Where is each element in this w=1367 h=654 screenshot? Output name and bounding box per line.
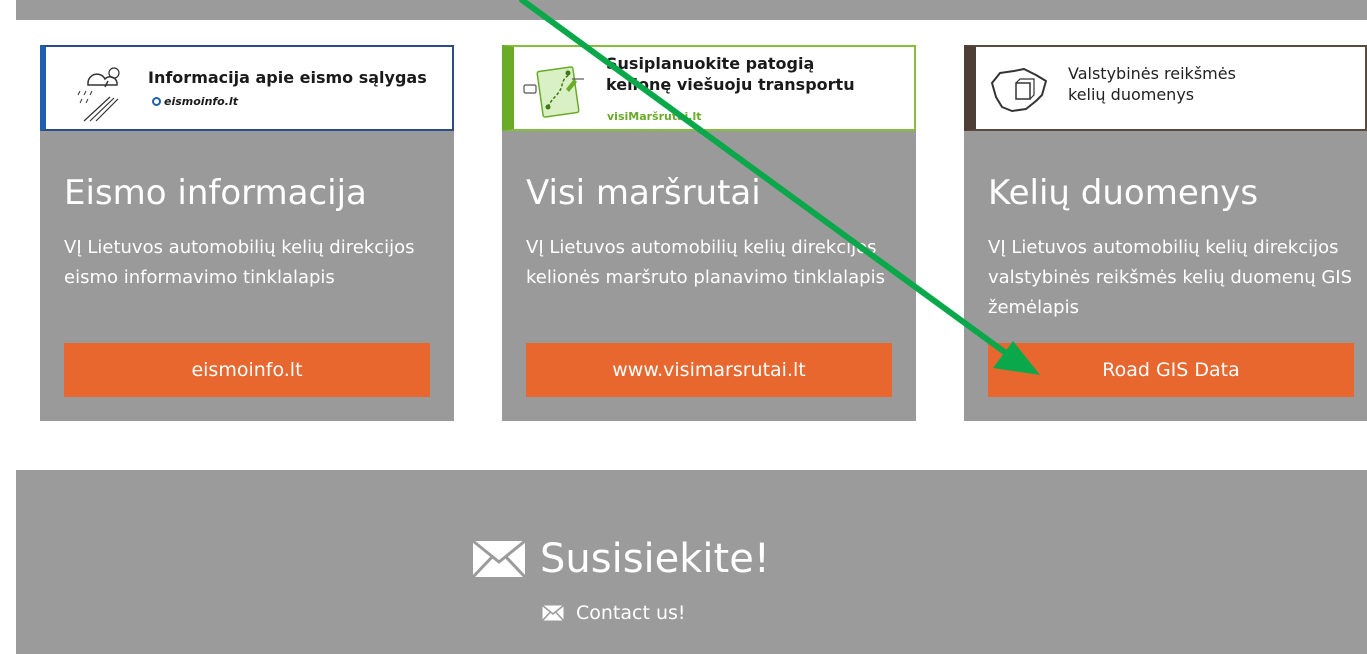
card-description: VĮ Lietuvos automobilių kelių direkcijos… xyxy=(988,237,1353,318)
envelope-icon xyxy=(542,605,564,621)
banner-visimarsrutai[interactable]: Susiplanuokite patogią kelionę viešuoju … xyxy=(502,45,916,131)
contact-title: Susisiekite! xyxy=(472,536,770,582)
contact-link-text: Contact us! xyxy=(576,602,686,624)
road-gis-data-button[interactable]: Road GIS Data xyxy=(988,343,1354,397)
eismoinfo-button[interactable]: eismoinfo.lt xyxy=(64,343,430,397)
banner-eismoinfo[interactable]: Informacija apie eismo sąlygas eismoinfo… xyxy=(40,45,454,131)
banner-logo-text: eismoinfo.lt xyxy=(152,95,238,108)
contact-us-link[interactable]: Contact us! xyxy=(542,602,686,624)
card-title: Visi maršrutai xyxy=(526,173,761,213)
banner-logo-text: visiMaršrutai.lt xyxy=(607,110,702,123)
card-description: VĮ Lietuvos automobilių kelių direkcijos… xyxy=(64,237,415,288)
card-visi-marsrutai: Susiplanuokite patogią kelionę viešuoju … xyxy=(502,45,916,421)
contact-title-text: Susisiekite! xyxy=(540,536,770,582)
banner-title: Informacija apie eismo sąlygas xyxy=(148,68,427,87)
banner-keliu-duomenys[interactable]: Valstybinės reikšmės kelių duomenys xyxy=(964,45,1367,131)
banner-title: Valstybinės reikšmės kelių duomenys xyxy=(1068,64,1236,104)
contact-section: Susisiekite! Contact us! xyxy=(16,470,1367,654)
route-map-icon xyxy=(523,66,584,118)
visimarsrutai-button[interactable]: www.visimarsrutai.lt xyxy=(526,343,892,397)
card-title: Kelių duomenys xyxy=(988,173,1259,213)
eismoinfo-logo-icon xyxy=(152,97,161,106)
weather-road-icon xyxy=(77,67,120,122)
card-keliu-duomenys: Valstybinės reikšmės kelių duomenys Keli… xyxy=(964,45,1367,421)
card-title: Eismo informacija xyxy=(64,173,367,213)
lithuania-map-icon xyxy=(991,68,1047,112)
envelope-icon xyxy=(472,540,526,578)
banner-title: Susiplanuokite patogią kelionę viešuoju … xyxy=(606,54,855,94)
card-eismo-informacija: Informacija apie eismo sąlygas eismoinfo… xyxy=(40,45,454,421)
card-description: VĮ Lietuvos automobilių kelių direkcijos… xyxy=(526,237,885,288)
top-bar xyxy=(16,0,1367,20)
